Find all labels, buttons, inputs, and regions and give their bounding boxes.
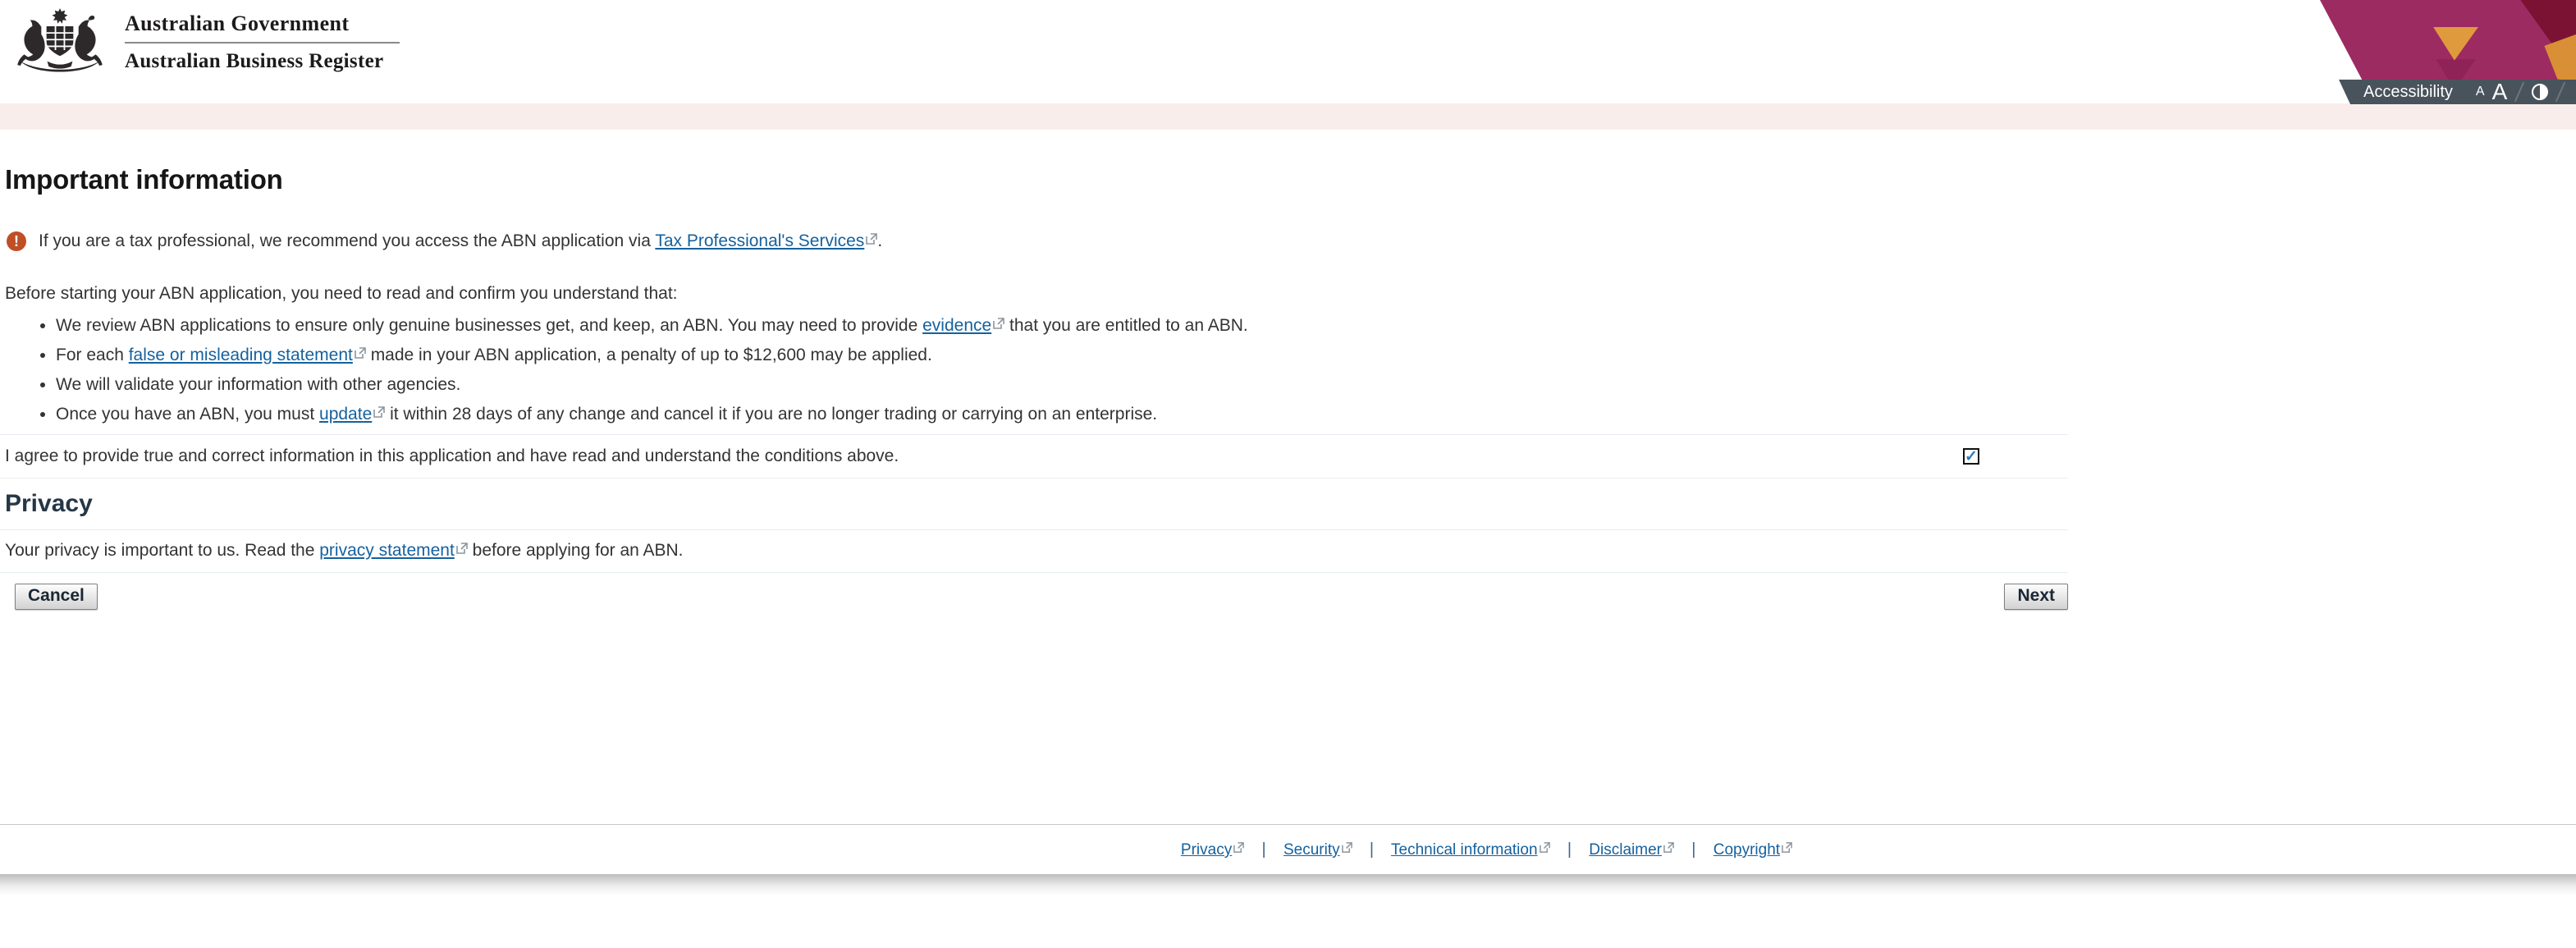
privacy-text-pre: Your privacy is important to us. Read th… [5, 541, 320, 560]
coat-of-arms-icon [17, 8, 103, 72]
bullet-text: that you are entitled to an ABN. [1004, 316, 1248, 335]
external-link-icon [456, 543, 468, 554]
warning-icon: ! [7, 231, 26, 251]
external-link-icon [1663, 842, 1674, 853]
external-link-icon [1341, 842, 1352, 853]
privacy-heading: Privacy [5, 490, 93, 517]
subheader-strip [0, 103, 2576, 130]
decrease-font-button[interactable]: A [2476, 85, 2485, 99]
update-link[interactable]: update [319, 405, 372, 424]
bullet-text: Once you have an ABN, you must [56, 405, 320, 424]
footer-security-link[interactable]: Security [1283, 841, 1340, 859]
footer: Privacy | Security | Technical informati… [0, 824, 2576, 895]
main-content: Important information ! If you are a tax… [0, 164, 2068, 610]
footer-technical-information-link[interactable]: Technical information [1391, 841, 1537, 859]
accessibility-bar: Accessibility A A [2339, 80, 2576, 104]
agreement-row: I agree to provide true and correct info… [0, 435, 2068, 478]
warning-text: If you are a tax professional, we recomm… [39, 231, 882, 251]
external-link-icon [1233, 842, 1245, 853]
external-link-icon [1539, 842, 1550, 853]
list-item: For each false or misleading statement m… [56, 346, 2068, 365]
logo-divider [125, 41, 400, 44]
warning-text-pre: If you are a tax professional, we recomm… [39, 231, 656, 250]
footer-disclaimer-link[interactable]: Disclaimer [1589, 841, 1662, 859]
next-button[interactable]: Next [2004, 584, 2068, 610]
page: Australian Government Australian Busines… [0, 0, 2576, 948]
footer-separator: | [1261, 840, 1266, 859]
conditions-list: We review ABN applications to ensure onl… [0, 316, 2068, 424]
external-link-icon [1782, 842, 1792, 853]
list-item: We will validate your information with o… [56, 375, 2068, 395]
list-item: We review ABN applications to ensure onl… [56, 316, 2068, 336]
list-item: Once you have an ABN, you must update it… [56, 405, 2068, 424]
bullet-text: For each [56, 346, 129, 364]
intro-text: Before starting your ABN application, yo… [5, 284, 678, 303]
bullet-text: made in your ABN application, a penalty … [365, 346, 932, 364]
section-divider [0, 572, 2068, 573]
footer-privacy-link[interactable]: Privacy [1181, 841, 1232, 859]
tax-professionals-services-link[interactable]: Tax Professional's Services [655, 231, 864, 250]
footer-gradient-bar [0, 874, 2576, 895]
gov-title: Australian Government [125, 11, 350, 35]
logo-text: Australian Government Australian Busines… [125, 11, 400, 73]
bullet-text: We will validate your information with o… [56, 375, 461, 394]
bullet-text: We review ABN applications to ensure onl… [56, 316, 923, 335]
false-misleading-statement-link[interactable]: false or misleading statement [129, 346, 353, 364]
agreement-text: I agree to provide true and correct info… [5, 447, 899, 465]
abr-logo[interactable]: Australian Government Australian Busines… [11, 7, 400, 77]
contrast-toggle-icon[interactable] [2532, 84, 2549, 100]
agreement-checkbox[interactable]: ✓ [1963, 448, 1979, 465]
privacy-text-post: before applying for an ABN. [467, 541, 684, 560]
increase-font-button[interactable]: A [2492, 80, 2508, 103]
accessibility-divider [2514, 81, 2525, 103]
footer-separator: | [1567, 840, 1572, 859]
external-link-icon [993, 318, 1004, 329]
header: Australian Government Australian Busines… [0, 0, 2576, 104]
register-title: Australian Business Register [125, 49, 384, 72]
page-title: Important information [5, 164, 283, 195]
warning-message: ! If you are a tax professional, we reco… [7, 231, 2068, 251]
bullet-text: it within 28 days of any change and canc… [385, 405, 1158, 424]
evidence-link[interactable]: evidence [922, 316, 991, 335]
action-buttons: Cancel Next [0, 584, 2068, 610]
header-decoration: Accessibility A A [2312, 0, 2576, 104]
footer-separator: | [1369, 840, 1375, 859]
external-link-icon [373, 406, 386, 418]
warning-text-post: . [877, 231, 883, 250]
accessibility-link[interactable]: Accessibility [2363, 83, 2453, 102]
external-link-icon [866, 233, 878, 245]
section-divider [0, 478, 2068, 479]
external-link-icon [355, 347, 366, 359]
privacy-text: Your privacy is important to us. Read th… [0, 530, 2068, 572]
privacy-statement-link[interactable]: privacy statement [319, 541, 455, 560]
cancel-button[interactable]: Cancel [15, 584, 98, 610]
accessibility-divider [2555, 81, 2566, 103]
footer-links: Privacy | Security | Technical informati… [199, 825, 2576, 868]
footer-copyright-link[interactable]: Copyright [1714, 841, 1780, 859]
footer-separator: | [1691, 840, 1696, 859]
